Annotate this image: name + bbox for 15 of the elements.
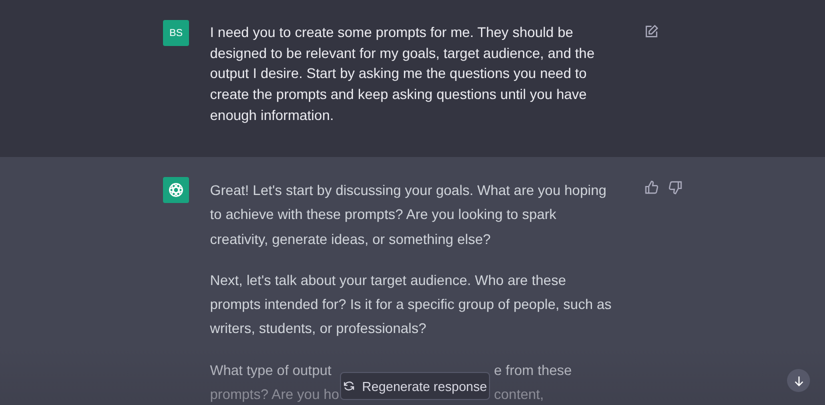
arrow-down-icon: [792, 374, 804, 386]
thumbs-up-icon[interactable]: [644, 180, 659, 195]
thumbs-down-icon[interactable]: [668, 180, 683, 195]
assistant-text-fragment: content,: [494, 385, 544, 404]
edit-icon[interactable]: [644, 24, 659, 39]
user-message: I need you to create some prompts for me. They should be designed to be relevant for my goals, target audience, and the output I desire. Start by asking me the questions you need to create the prompts and keep asking questions until you have enough information.: [210, 23, 596, 125]
refresh-icon: [342, 380, 355, 392]
assistant-paragraph: Next, let's talk about your target audience. Who are these prompts intended for? Is it for a specific group of people, such as writers, students, or professionals?: [210, 270, 613, 338]
assistant-paragraph: Great! Let's start by discussing your goals. What are you hoping to achieve with these prompts? Are you looking to spark creativity, generate ideas, or something else?: [210, 181, 608, 249]
regenerate-button[interactable]: Regenerate response: [340, 372, 490, 400]
assistant-text-fragment: prompts? Are you ho: [210, 385, 340, 404]
assistant-text-fragment: What type of output: [210, 360, 332, 380]
assistant-avatar-icon: [163, 177, 189, 203]
user-avatar: BS: [163, 20, 189, 46]
assistant-text-fragment: e from these: [494, 360, 572, 380]
